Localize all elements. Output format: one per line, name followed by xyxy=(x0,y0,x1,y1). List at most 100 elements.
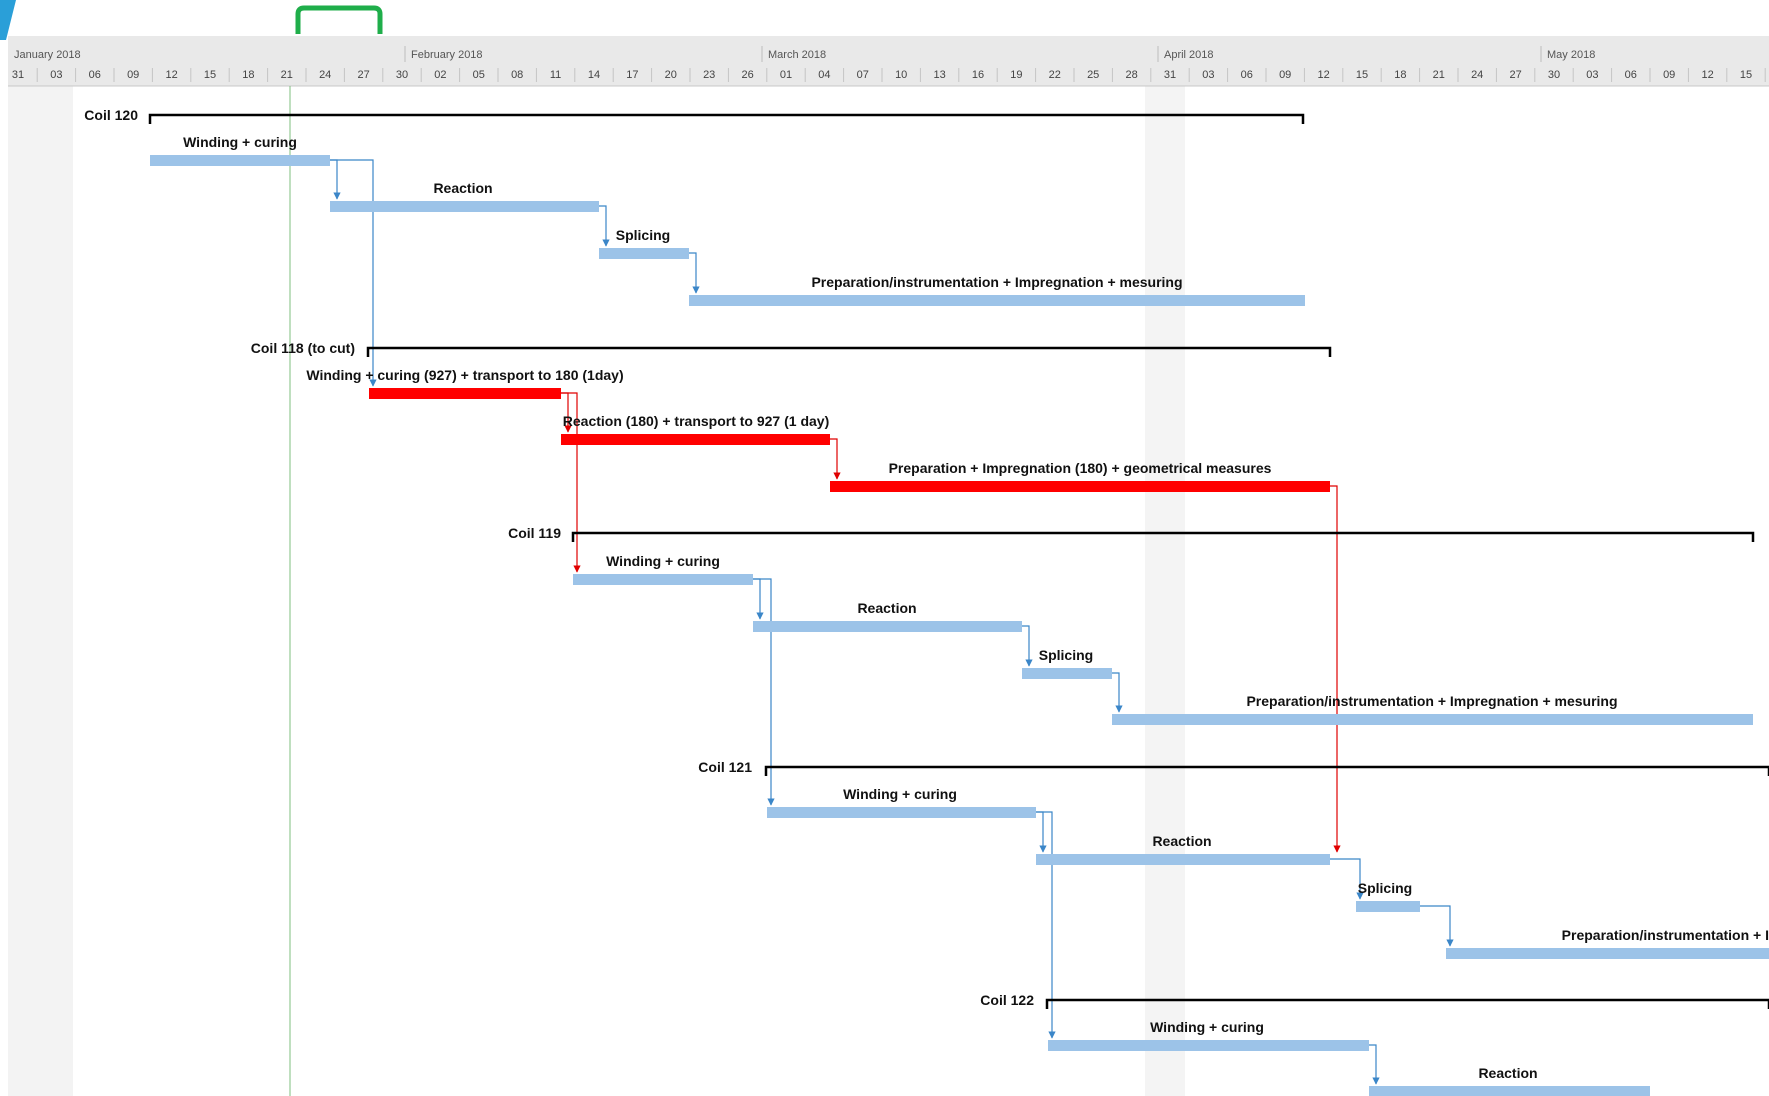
day-label: 12 xyxy=(1701,69,1713,81)
shade-column xyxy=(1145,86,1185,1096)
task-bar[interactable] xyxy=(1356,901,1420,912)
month-label: April 2018 xyxy=(1164,49,1214,61)
day-label: 06 xyxy=(1625,69,1637,81)
task-bar[interactable] xyxy=(767,807,1036,818)
day-label: 07 xyxy=(857,69,869,81)
day-label: 06 xyxy=(1241,69,1253,81)
day-label: 09 xyxy=(1279,69,1291,81)
day-label: 23 xyxy=(703,69,715,81)
task-label: Preparation + Impregnation (180) + geome… xyxy=(889,460,1272,476)
dependency-link xyxy=(1112,672,1123,713)
day-label: 12 xyxy=(165,69,177,81)
summary-task-label: Coil 121 xyxy=(698,759,752,775)
task-label: Winding + curing (927) + transport to 18… xyxy=(306,367,623,383)
timeline-scroll-handle[interactable] xyxy=(295,5,383,34)
day-label: 18 xyxy=(242,69,254,81)
dependency-link xyxy=(689,252,700,294)
day-label: 15 xyxy=(1356,69,1368,81)
nonworking-shading xyxy=(8,86,1185,1096)
dependency-link xyxy=(599,205,610,247)
day-label: 03 xyxy=(1586,69,1598,81)
task-label: Reaction xyxy=(1478,1065,1537,1081)
left-shade-column xyxy=(8,86,73,1096)
day-label: 09 xyxy=(1663,69,1675,81)
critical-dependency-link xyxy=(1330,485,1341,853)
critical-dependency-link xyxy=(830,438,841,480)
task-bar[interactable] xyxy=(1112,714,1753,725)
day-label: 17 xyxy=(626,69,638,81)
task-label: Winding + curing xyxy=(843,786,957,802)
task-bar[interactable] xyxy=(330,201,599,212)
day-label: 06 xyxy=(89,69,101,81)
task-bar[interactable] xyxy=(753,621,1022,632)
dependency-link xyxy=(753,578,775,806)
timescale-header: January 2018 February 2018 March 2018 April… xyxy=(8,36,1769,87)
dependency-link xyxy=(1036,811,1056,1039)
day-label: 18 xyxy=(1394,69,1406,81)
task-label: Winding + curing xyxy=(183,134,297,150)
task-bar[interactable] xyxy=(573,574,753,585)
left-border xyxy=(0,40,8,1096)
task-labels: Coil 120 Winding + curing Reaction Splicing… xyxy=(84,107,1769,1081)
task-label: Splicing xyxy=(616,227,670,243)
day-label: 01 xyxy=(780,69,792,81)
summary-task-label: Coil 118 (to cut) xyxy=(251,340,355,356)
task-bar[interactable] xyxy=(599,248,689,259)
dependency-link xyxy=(1036,811,1047,853)
day-label: 11 xyxy=(550,69,561,81)
day-label: 15 xyxy=(1740,69,1752,81)
day-label: 31 xyxy=(1164,69,1176,81)
task-label: Reaction xyxy=(433,180,492,196)
summary-bar[interactable] xyxy=(148,113,1305,124)
day-label: 21 xyxy=(281,69,293,81)
day-label: 31 xyxy=(12,69,24,81)
day-label: 04 xyxy=(818,69,830,81)
dependency-link xyxy=(1420,905,1454,947)
summary-task-label: Coil 119 xyxy=(508,525,561,541)
task-label: Winding + curing xyxy=(1150,1019,1264,1035)
dependency-link xyxy=(1369,1044,1380,1085)
task-bar[interactable] xyxy=(1036,854,1330,865)
day-label: 30 xyxy=(396,69,408,81)
day-label: 27 xyxy=(1509,69,1521,81)
task-bar[interactable] xyxy=(1446,948,1769,959)
day-label: 08 xyxy=(511,69,523,81)
task-label: Reaction xyxy=(1152,833,1211,849)
task-bars xyxy=(148,113,1769,1096)
timescale-background xyxy=(8,36,1769,86)
task-bar[interactable] xyxy=(150,155,330,166)
task-label: Reaction xyxy=(857,600,916,616)
task-label: Preparation/instrumentation + Impregnati… xyxy=(811,274,1182,290)
task-label: Splicing xyxy=(1039,647,1093,663)
day-label: 20 xyxy=(665,69,677,81)
day-label: 24 xyxy=(1471,69,1483,81)
critical-task-bar[interactable] xyxy=(561,434,830,445)
day-label: 12 xyxy=(1317,69,1329,81)
task-bar[interactable] xyxy=(1369,1086,1650,1096)
day-label: 21 xyxy=(1433,69,1445,81)
day-label: 10 xyxy=(895,69,907,81)
gantt-chart[interactable]: January 2018 February 2018 March 2018 April… xyxy=(0,0,1769,1096)
day-label: 03 xyxy=(50,69,62,81)
task-label: Winding + curing xyxy=(606,553,720,569)
summary-bar[interactable] xyxy=(366,346,1332,357)
day-label: 19 xyxy=(1010,69,1022,81)
critical-task-bar[interactable] xyxy=(830,481,1330,492)
day-label: 09 xyxy=(127,69,139,81)
day-label: 24 xyxy=(319,69,331,81)
day-label: 03 xyxy=(1202,69,1214,81)
task-bar[interactable] xyxy=(1022,668,1112,679)
task-bar[interactable] xyxy=(689,295,1305,306)
day-label: 28 xyxy=(1125,69,1137,81)
month-label: May 2018 xyxy=(1547,49,1595,61)
corner-accent xyxy=(0,0,16,40)
task-bar[interactable] xyxy=(1048,1040,1369,1051)
dependency-link xyxy=(1330,858,1364,900)
month-label: February 2018 xyxy=(411,49,483,61)
day-label: 22 xyxy=(1049,69,1061,81)
task-label: Reaction (180) + transport to 927 (1 day… xyxy=(563,413,829,429)
summary-bar[interactable] xyxy=(764,765,1769,776)
day-label: 14 xyxy=(588,69,600,81)
critical-task-bar[interactable] xyxy=(369,388,561,399)
day-label: 16 xyxy=(972,69,984,81)
